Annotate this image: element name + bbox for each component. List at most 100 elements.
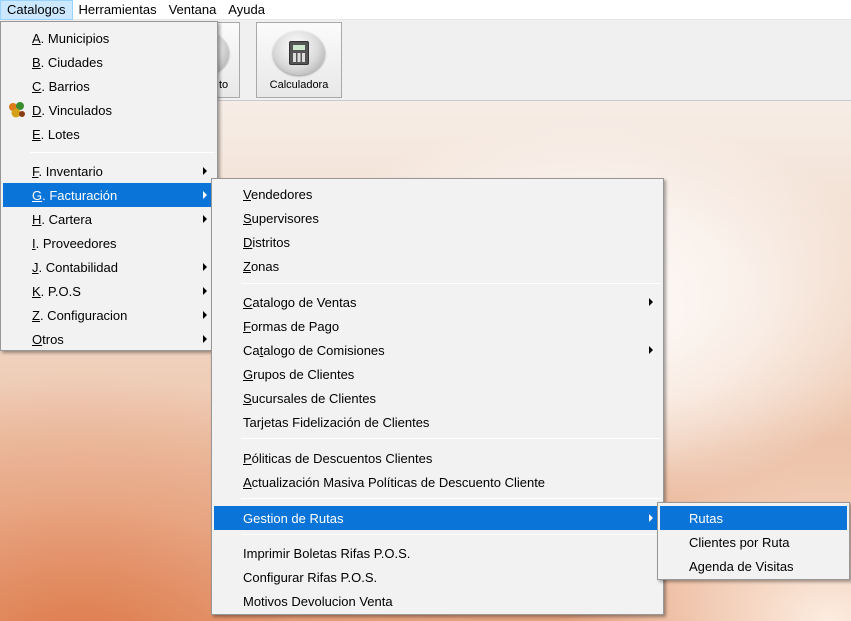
menu-item-label: . Lotes xyxy=(40,126,80,142)
accelerator-key: D xyxy=(243,234,253,250)
menu-item-configurar-rifas[interactable]: Configurar Rifas P.O.S. xyxy=(214,565,661,589)
accelerator-key: O xyxy=(32,331,43,347)
accelerator-key: D xyxy=(32,102,42,118)
menu-item-configuracion[interactable]: Z. Configuracion xyxy=(3,303,215,327)
submenu-arrow-icon xyxy=(203,191,207,199)
menu-item-municipios[interactable]: A. Municipios xyxy=(3,26,215,50)
menu-item-label: Motivos Devolucion Venta xyxy=(243,593,393,609)
menu-item-actualizacion-masiva[interactable]: Actualización Masiva Políticas de Descue… xyxy=(214,470,661,494)
menu-item-vinculados[interactable]: D. Vinculados xyxy=(3,98,215,122)
menu-item-cartera[interactable]: H. Cartera xyxy=(3,207,215,231)
menu-item-label: . Inventario xyxy=(38,163,103,179)
menu-item-supervisores[interactable]: Supervisores xyxy=(214,206,661,230)
accelerator-key: A xyxy=(32,30,41,46)
menu-item-label: ormas de Pago xyxy=(250,318,340,334)
menu-item-label: Tarjetas Fidelización de Clientes xyxy=(243,414,430,430)
submenu-arrow-icon xyxy=(203,311,207,319)
accelerator-key: G xyxy=(32,187,43,203)
menu-bar: Catalogos Herramientas Ventana Ayuda xyxy=(0,0,851,20)
toolbar-button-label: to xyxy=(219,79,229,91)
menu-item-imprimir-boletas[interactable]: Imprimir Boletas Rifas P.O.S. xyxy=(214,541,661,565)
menu-separator xyxy=(241,498,661,499)
menu-separator xyxy=(241,534,661,535)
menu-item-label: atalogo de Ventas xyxy=(252,294,357,310)
menu-item-agenda-visitas[interactable]: Agenda de Visitas xyxy=(660,554,847,578)
accelerator-key: P xyxy=(243,450,252,466)
accelerator-key: Z xyxy=(243,258,251,274)
menu-separator xyxy=(30,152,215,153)
menu-item-label: Imprimir Boletas Rifas P.O.S. xyxy=(243,545,411,561)
menu-item-label: . Barrios xyxy=(41,78,90,94)
menu-item-label: . Ciudades xyxy=(40,54,103,70)
menu-ventana[interactable]: Ventana xyxy=(163,0,223,20)
menu-item-distritos[interactable]: Distritos xyxy=(214,230,661,254)
submenu-arrow-icon xyxy=(203,335,207,343)
submenu-arrow-icon xyxy=(203,167,207,175)
menu-item-lotes[interactable]: E. Lotes xyxy=(3,122,215,146)
menu-item-catalogo-comisiones[interactable]: Catalogo de Comisiones xyxy=(214,338,661,362)
menu-item-label-prefix: Ca xyxy=(243,342,260,358)
menu-ayuda[interactable]: Ayuda xyxy=(222,0,271,20)
menu-item-grupos-clientes[interactable]: Grupos de Clientes xyxy=(214,362,661,386)
menu-separator xyxy=(241,438,661,439)
menu-item-politicas-descuentos[interactable]: Póliticas de Descuentos Clientes xyxy=(214,446,661,470)
vinculados-icon xyxy=(9,102,25,118)
menu-item-zonas[interactable]: Zonas xyxy=(214,254,661,278)
menu-item-label: Agenda de Visitas xyxy=(689,558,794,574)
menu-item-otros[interactable]: Otros xyxy=(3,327,215,351)
menu-item-label: . Cartera xyxy=(41,211,92,227)
menu-item-pos[interactable]: K. P.O.S xyxy=(3,279,215,303)
menu-item-label: . Proveedores xyxy=(35,235,117,251)
accelerator-key: Z xyxy=(32,307,40,323)
menu-item-gestion-rutas[interactable]: Gestion de Rutas xyxy=(214,506,661,530)
menu-item-label: onas xyxy=(250,258,280,274)
menu-item-tarjetas-fidelizacion[interactable]: Tarjetas Fidelización de Clientes xyxy=(214,410,661,434)
accelerator-key: E xyxy=(32,126,41,142)
menu-item-label: . Contabilidad xyxy=(38,259,119,275)
rutas-submenu: Rutas Clientes por Ruta Agenda de Visita… xyxy=(657,502,850,580)
submenu-arrow-icon xyxy=(649,346,653,354)
submenu-arrow-icon xyxy=(649,298,653,306)
menu-item-rutas[interactable]: Rutas xyxy=(660,506,847,530)
menu-item-label: endedores xyxy=(250,186,313,202)
accelerator-key: B xyxy=(32,54,41,70)
accelerator-key: C xyxy=(243,294,253,310)
accelerator-key: H xyxy=(32,211,42,227)
submenu-arrow-icon xyxy=(203,287,207,295)
menu-item-vendedores[interactable]: Vendedores xyxy=(214,182,661,206)
submenu-arrow-icon xyxy=(203,215,207,223)
menu-herramientas[interactable]: Herramientas xyxy=(73,0,163,20)
calculator-icon xyxy=(289,41,309,65)
menu-item-barrios[interactable]: C. Barrios xyxy=(3,74,215,98)
menu-item-contabilidad[interactable]: J. Contabilidad xyxy=(3,255,215,279)
menu-item-proveedores[interactable]: I. Proveedores xyxy=(3,231,215,255)
submenu-arrow-icon xyxy=(649,514,653,522)
menu-item-catalogo-ventas[interactable]: Catalogo de Ventas xyxy=(214,290,661,314)
menu-item-ciudades[interactable]: B. Ciudades xyxy=(3,50,215,74)
menu-item-label: tros xyxy=(42,331,64,347)
menu-item-label: . Municipios xyxy=(40,30,110,46)
menu-item-label: Rutas xyxy=(689,510,723,526)
menu-item-motivos-devolucion[interactable]: Motivos Devolucion Venta xyxy=(214,589,661,613)
menu-item-sucursales-clientes[interactable]: Sucursales de Clientes xyxy=(214,386,661,410)
menu-item-label: . Configuracion xyxy=(39,307,128,323)
menu-item-label: . Vinculados xyxy=(41,102,112,118)
menu-item-inventario[interactable]: F. Inventario xyxy=(3,159,215,183)
menu-item-facturacion[interactable]: G. Facturación xyxy=(3,183,215,207)
accelerator-key: S xyxy=(243,390,252,406)
menu-item-label: upervisores xyxy=(251,210,319,226)
menu-item-formas-pago[interactable]: Formas de Pago xyxy=(214,314,661,338)
menu-separator xyxy=(241,283,661,284)
calculator-button[interactable]: Calculadora xyxy=(256,22,342,98)
catalogos-dropdown: A. Municipios B. Ciudades C. Barrios D. … xyxy=(0,21,218,351)
submenu-arrow-icon xyxy=(203,263,207,271)
menu-item-label: Clientes por Ruta xyxy=(689,534,790,550)
menu-item-label: ucursales de Clientes xyxy=(251,390,376,406)
menu-item-label: Gestion de Rutas xyxy=(243,510,344,526)
menu-item-label: rupos de Clientes xyxy=(253,366,355,382)
accelerator-key: K xyxy=(32,283,41,299)
menu-catalogos[interactable]: Catalogos xyxy=(0,0,73,20)
menu-item-label: óliticas de Descuentos Clientes xyxy=(251,450,433,466)
menu-item-clientes-por-ruta[interactable]: Clientes por Ruta xyxy=(660,530,847,554)
accelerator-key: C xyxy=(32,78,42,94)
